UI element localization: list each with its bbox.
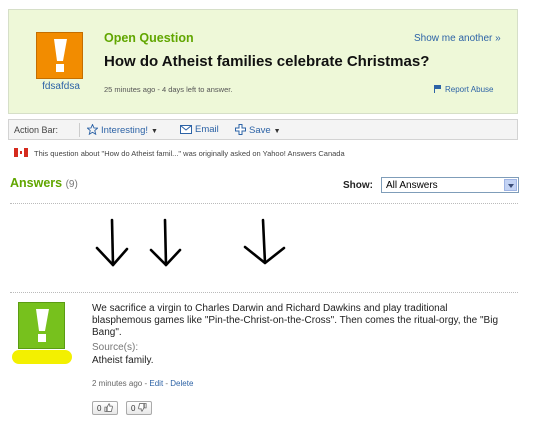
question-meta: 25 minutes ago - 4 days left to answer. [104,85,233,94]
thumbs-down-icon [137,403,147,412]
divider [10,203,518,204]
plus-icon [235,124,246,135]
exclamation-icon [54,39,67,72]
thumbs-up-button[interactable]: 0 [92,401,118,415]
show-filter-select[interactable]: All Answers [381,177,519,193]
canada-flag-icon [14,148,28,157]
action-bar: Action Bar: Interesting! ▼ Email Save ▼ [8,119,518,140]
thumbs-down-count: 0 [131,404,136,413]
save-button[interactable]: Save ▼ [235,124,281,136]
source-label: Source(s): [92,342,139,353]
arrow-down-icon [149,218,182,267]
action-bar-label: Action Bar: [14,125,59,135]
show-another-link[interactable]: Show me another » [414,33,501,44]
delete-link[interactable]: Delete [170,379,193,388]
report-abuse-link[interactable]: Report Abuse [434,85,493,94]
star-icon [87,124,98,135]
answer-meta: 2 minutes ago - Edit - Delete [92,379,194,388]
asker-avatar[interactable] [36,32,83,79]
divider [10,292,518,293]
arrow-down-icon [95,218,129,267]
name-redaction-highlight [12,350,72,364]
answer-time: 2 minutes ago - [92,379,150,388]
interesting-label: Interesting! [101,125,148,136]
hand-drawn-arrows [95,218,286,267]
report-abuse-label: Report Abuse [445,85,494,94]
answers-heading-label: Answers [10,176,63,190]
dropdown-arrow-icon[interactable] [504,179,517,191]
asker-name[interactable]: fdsafdsa [31,81,91,92]
answer-text: We sacrifice a virgin to Charles Darwin … [92,303,499,338]
thumbs-up-count: 0 [97,404,102,413]
chevron-down-icon: ▼ [273,128,281,135]
thumbs-down-button[interactable]: 0 [126,401,152,415]
arrow-down-icon [243,218,286,265]
answers-count: (9) [65,179,78,190]
answers-heading: Answers (9) [10,176,78,190]
action-bar-divider [79,123,80,137]
interesting-button[interactable]: Interesting! ▼ [87,124,158,136]
envelope-icon [180,125,192,134]
question-title: How do Atheist families celebrate Christ… [104,53,430,70]
question-panel: fdsafdsa Open Question Show me another »… [8,9,518,114]
source-text: Atheist family. [92,355,154,366]
chevron-down-icon: ▼ [151,128,158,135]
show-filter-value: All Answers [386,180,438,191]
answerer-avatar[interactable] [18,302,65,349]
show-filter-label: Show: [343,180,373,191]
thumbs-up-icon [104,403,113,412]
email-button[interactable]: Email [180,124,219,135]
email-label: Email [195,124,219,135]
save-label: Save [249,125,271,136]
question-status-heading: Open Question [104,31,194,45]
edit-link[interactable]: Edit [149,379,163,388]
exclamation-icon [36,309,49,342]
flag-icon [434,85,441,93]
origin-note: This question about "How do Atheist fami… [34,149,345,158]
